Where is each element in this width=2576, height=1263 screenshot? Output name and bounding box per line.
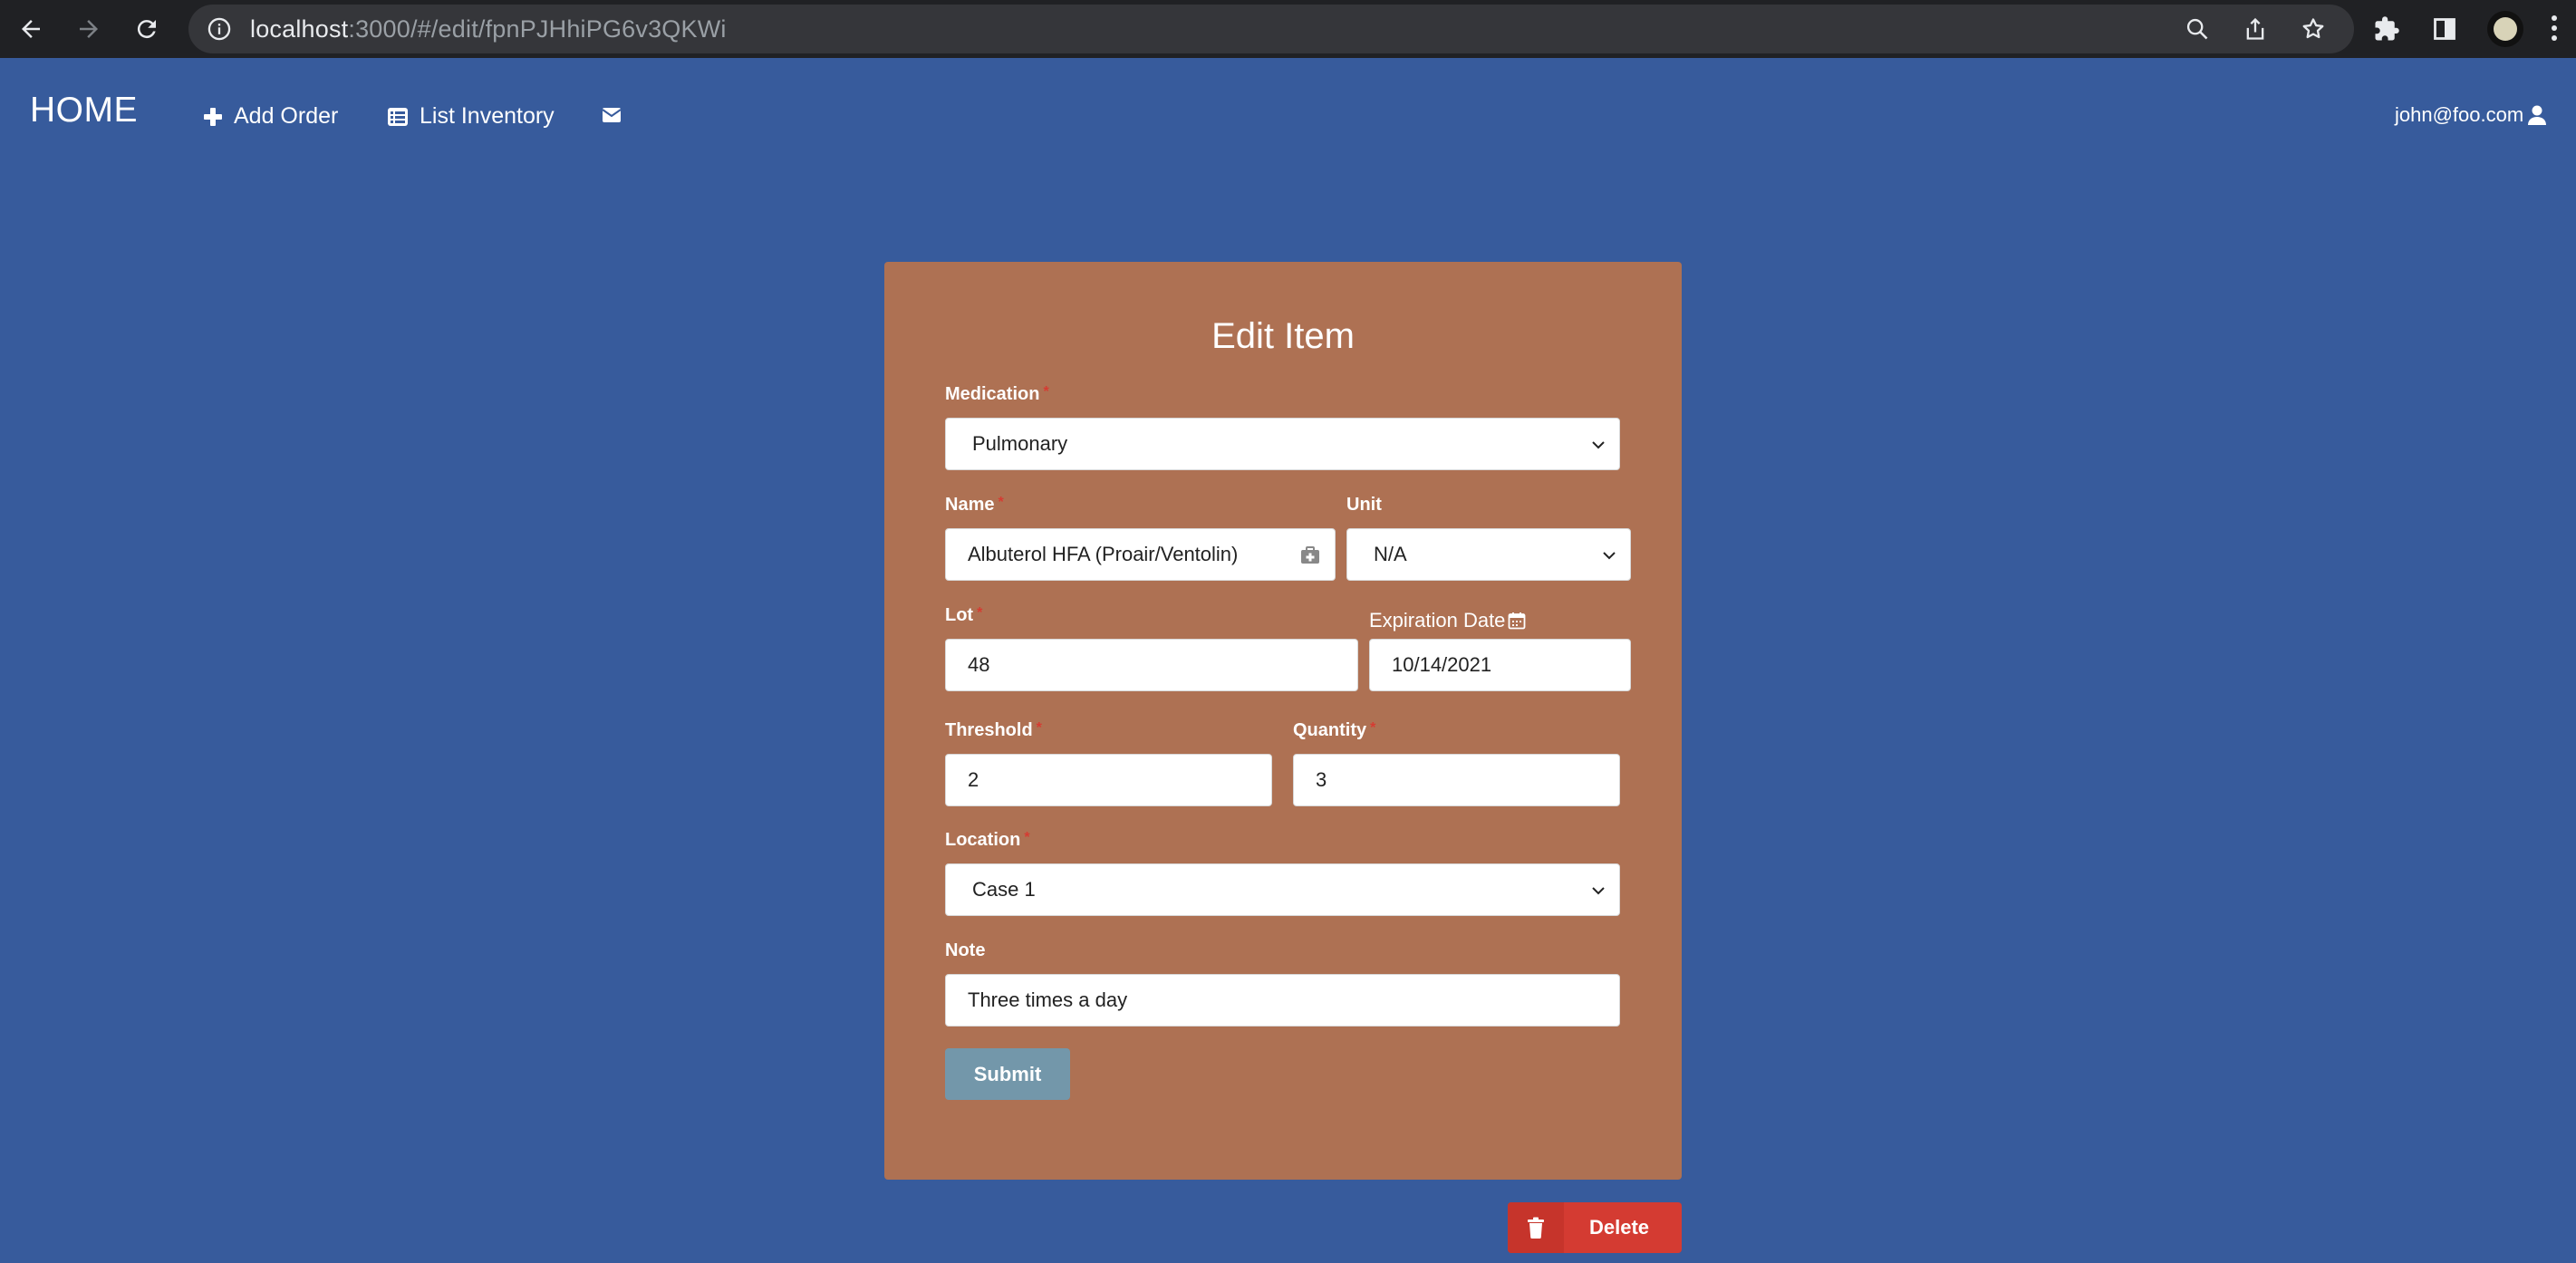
medication-value: Pulmonary xyxy=(972,432,1068,455)
plus-icon xyxy=(204,107,222,126)
expiration-label-text: Expiration Date xyxy=(1369,609,1506,632)
user-account-link[interactable]: john@foo.com xyxy=(2395,103,2547,127)
list-inventory-link[interactable]: List Inventory xyxy=(387,103,555,130)
quantity-value: 3 xyxy=(1316,768,1327,791)
location-label-text: Location xyxy=(945,830,1021,850)
chevron-down-icon xyxy=(1592,887,1605,895)
url-path: :3000/#/edit/fpnPJHhiPG6v3QKWi xyxy=(348,15,727,43)
expiration-date-value: 10/14/2021 xyxy=(1392,653,1492,676)
forward-arrow-icon[interactable] xyxy=(69,9,109,49)
reload-icon[interactable] xyxy=(127,9,167,49)
form-title: Edit Item xyxy=(1211,316,1355,356)
submit-button[interactable]: Submit xyxy=(945,1048,1070,1100)
name-input[interactable]: Albuterol HFA (Proair/Ventolin) xyxy=(945,528,1336,581)
add-order-label: Add Order xyxy=(234,103,339,129)
required-mark: * xyxy=(1043,384,1049,400)
extensions-puzzle-icon[interactable] xyxy=(2370,13,2403,45)
threshold-label-text: Threshold xyxy=(945,720,1033,740)
medication-select[interactable]: Pulmonary xyxy=(945,418,1620,470)
browser-toolbar: localhost:3000/#/edit/fpnPJHhiPG6v3QKWi xyxy=(0,0,2576,58)
app-navbar: HOME Add Order List Inventory john@foo.c… xyxy=(0,58,2576,176)
required-mark: * xyxy=(1036,720,1042,736)
zoom-icon[interactable] xyxy=(2184,15,2211,43)
list-inventory-label: List Inventory xyxy=(420,103,555,129)
required-mark: * xyxy=(977,605,983,621)
delete-label: Delete xyxy=(1588,1216,1650,1239)
edit-item-card: Edit Item Medication * Pulmonary Name * Al… xyxy=(884,262,1682,1180)
expiration-date-input[interactable]: 10/14/2021 xyxy=(1369,639,1631,691)
name-label-text: Name xyxy=(945,495,995,515)
list-icon xyxy=(388,107,408,126)
lot-label-text: Lot xyxy=(945,605,974,625)
user-email: john@foo.com xyxy=(2395,103,2524,126)
url-text[interactable]: localhost:3000/#/edit/fpnPJHhiPG6v3QKWi xyxy=(250,5,727,53)
unit-label: Unit xyxy=(1346,495,1382,515)
location-value: Case 1 xyxy=(972,878,1036,901)
medication-label-text: Medication xyxy=(945,384,1040,404)
envelope-icon[interactable] xyxy=(602,107,622,123)
profile-avatar-icon[interactable] xyxy=(2487,11,2523,47)
location-select[interactable]: Case 1 xyxy=(945,863,1620,916)
required-mark: * xyxy=(998,495,1004,510)
lot-value: 48 xyxy=(968,653,990,676)
browser-menu-icon[interactable] xyxy=(2550,13,2559,45)
threshold-label: Threshold * xyxy=(945,720,1042,741)
lot-label: Lot * xyxy=(945,605,982,626)
quantity-label: Quantity * xyxy=(1293,720,1375,741)
required-mark: * xyxy=(1370,720,1376,736)
bookmark-star-icon[interactable] xyxy=(2300,15,2327,43)
threshold-input[interactable]: 2 xyxy=(945,754,1272,806)
site-info-icon[interactable] xyxy=(207,16,232,46)
medication-label: Medication * xyxy=(945,384,1049,405)
user-icon xyxy=(2528,105,2547,125)
note-input[interactable]: Three times a day xyxy=(945,974,1620,1027)
required-mark: * xyxy=(1024,830,1030,845)
location-label: Location * xyxy=(945,830,1030,851)
add-order-link[interactable]: Add Order xyxy=(203,103,338,130)
trash-icon xyxy=(1508,1202,1564,1253)
chevron-down-icon xyxy=(1592,441,1605,449)
note-value: Three times a day xyxy=(968,988,1128,1011)
share-icon[interactable] xyxy=(2242,15,2269,43)
side-panel-icon[interactable] xyxy=(2428,13,2461,45)
note-label: Note xyxy=(945,940,986,960)
delete-button[interactable]: Delete xyxy=(1508,1202,1682,1253)
threshold-value: 2 xyxy=(968,768,979,791)
expiration-date-label: Expiration Date xyxy=(1369,609,1526,632)
url-host: localhost xyxy=(250,15,349,43)
home-brand-link[interactable]: HOME xyxy=(30,91,138,130)
name-value: Albuterol HFA (Proair/Ventolin) xyxy=(968,543,1239,565)
unit-value: N/A xyxy=(1374,543,1407,565)
name-label: Name * xyxy=(945,495,1004,516)
chevron-down-icon xyxy=(1603,552,1616,560)
lot-input[interactable]: 48 xyxy=(945,639,1358,691)
back-arrow-icon[interactable] xyxy=(11,9,51,49)
unit-select[interactable]: N/A xyxy=(1346,528,1631,581)
quantity-input[interactable]: 3 xyxy=(1293,754,1620,806)
calendar-icon xyxy=(1509,612,1526,630)
medkit-icon xyxy=(1301,546,1319,564)
address-bar[interactable]: localhost:3000/#/edit/fpnPJHhiPG6v3QKWi xyxy=(188,5,2354,53)
quantity-label-text: Quantity xyxy=(1293,720,1367,740)
